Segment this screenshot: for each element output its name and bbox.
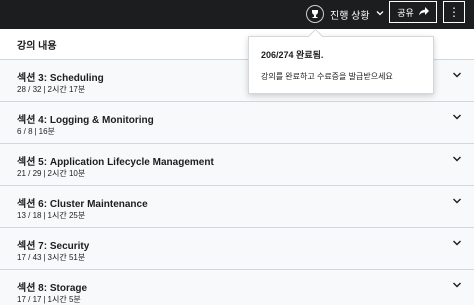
chevron-down-icon	[452, 239, 462, 250]
section-item[interactable]: 섹션 8: Storage 17 / 17 | 1시간 5분	[0, 270, 474, 305]
section-meta: 17 / 43 | 3시간 51분	[17, 253, 86, 262]
section-item[interactable]: 섹션 6: Cluster Maintenance 13 / 18 | 1시간 25…	[0, 186, 474, 228]
share-label: 공유	[397, 7, 414, 18]
share-arrow-icon	[418, 6, 429, 18]
more-options-button[interactable]: ⋮	[443, 1, 465, 23]
trophy-icon	[306, 5, 324, 23]
progress-popover: 206/274 완료됨. 강의를 완료하고 수료증을 발급받으세요	[248, 36, 434, 94]
section-title: 섹션 4: Logging & Monitoring	[17, 115, 154, 126]
progress-label: 진행 상황	[330, 10, 370, 22]
section-item[interactable]: 섹션 7: Security 17 / 43 | 3시간 51분	[0, 228, 474, 270]
section-item[interactable]: 섹션 4: Logging & Monitoring 6 / 8 | 16분	[0, 102, 474, 144]
section-title: 섹션 7: Security	[17, 241, 90, 252]
top-bar: 진행 상황 공유 ⋮	[0, 0, 474, 29]
popover-title: 206/274 완료됨.	[261, 50, 324, 60]
share-button[interactable]: 공유	[389, 1, 437, 23]
section-meta: 13 / 18 | 1시간 25분	[17, 211, 86, 220]
chevron-down-icon	[452, 71, 462, 82]
section-title: 섹션 3: Scheduling	[17, 73, 104, 84]
section-meta: 21 / 29 | 2시간 10분	[17, 169, 86, 178]
chevron-down-icon	[452, 197, 462, 208]
section-title: 섹션 5: Application Lifecycle Management	[17, 157, 214, 168]
section-title: 섹션 8: Storage	[17, 283, 88, 294]
chevron-down-icon	[452, 281, 462, 292]
progress-button[interactable]: 진행 상황	[306, 0, 384, 28]
more-icon: ⋮	[448, 5, 460, 19]
chevron-down-icon	[376, 9, 384, 20]
section-title: 섹션 6: Cluster Maintenance	[17, 199, 148, 210]
section-item[interactable]: 섹션 5: Application Lifecycle Management 2…	[0, 144, 474, 186]
section-meta: 6 / 8 | 16분	[17, 127, 55, 136]
chevron-down-icon	[452, 113, 462, 124]
section-meta: 28 / 32 | 2시간 17분	[17, 85, 86, 94]
chevron-down-icon	[452, 155, 462, 166]
section-meta: 17 / 17 | 1시간 5분	[17, 295, 81, 304]
popover-description: 강의를 완료하고 수료증을 발급받으세요	[261, 72, 393, 81]
